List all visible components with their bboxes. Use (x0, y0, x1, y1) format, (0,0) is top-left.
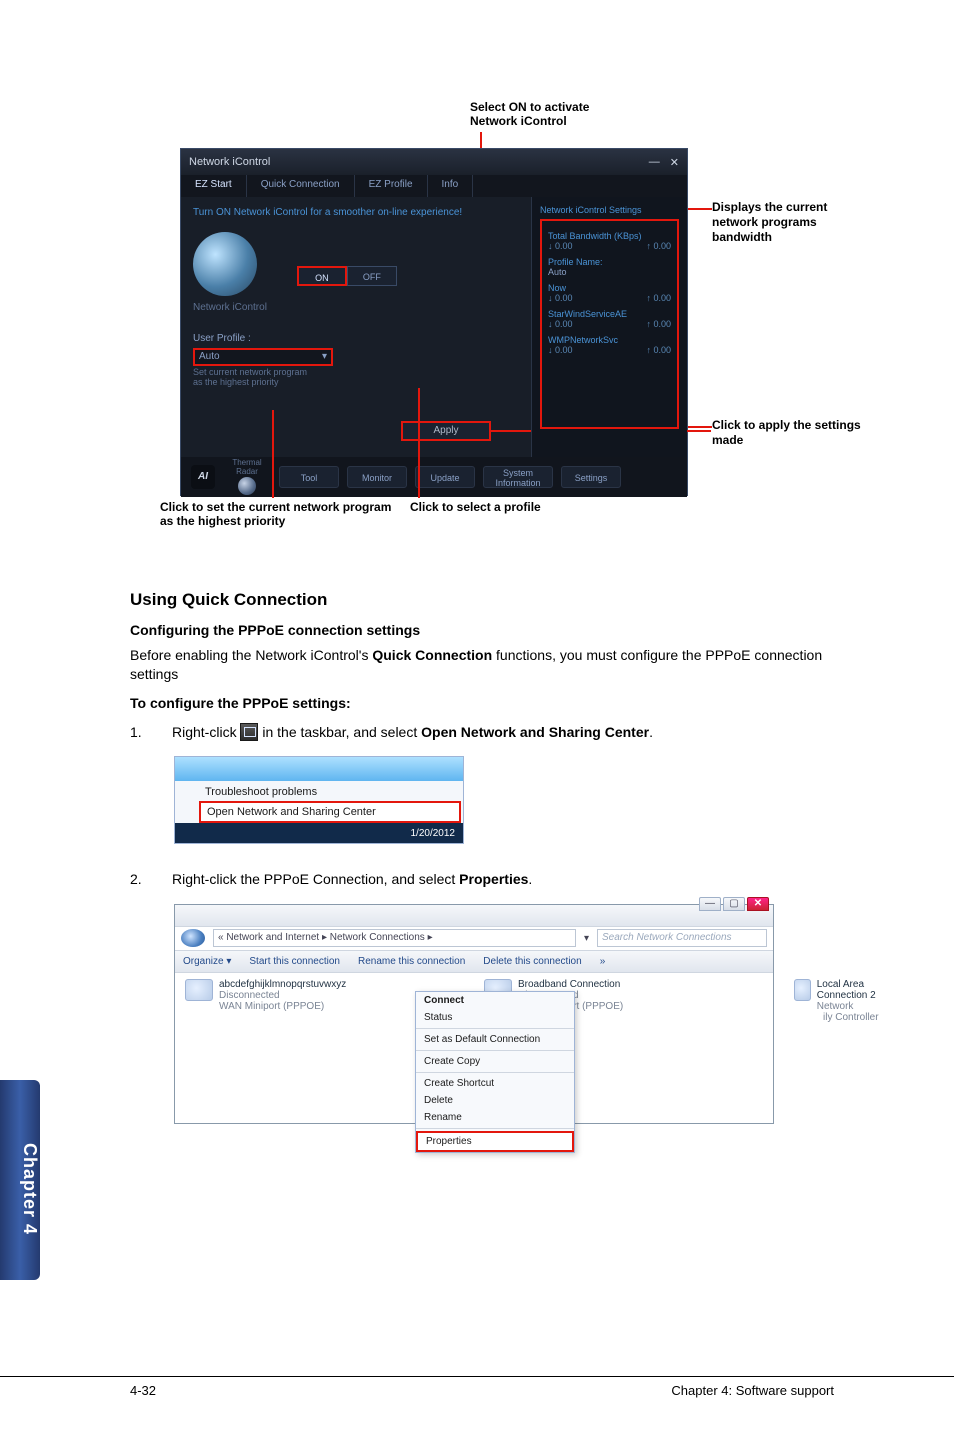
monitor-button[interactable]: Monitor (347, 466, 407, 488)
page-footer: 4-32 Chapter 4: Software support (0, 1376, 954, 1398)
ctx-status[interactable]: Status (416, 1009, 574, 1026)
search-input[interactable]: Search Network Connections (597, 929, 767, 947)
callout-select-profile: Click to select a profile (410, 500, 541, 514)
tab-quick-connection[interactable]: Quick Connection (247, 175, 355, 197)
tab-ez-profile[interactable]: EZ Profile (355, 175, 428, 197)
ctx-delete[interactable]: Delete (416, 1092, 574, 1109)
tab-info[interactable]: Info (428, 175, 474, 197)
globe-label: Network iControl (193, 302, 267, 313)
user-profile-label: User Profile : (193, 333, 519, 344)
tool-rename[interactable]: Rename this connection (358, 956, 465, 967)
heading-quick-connection: Using Quick Connection (130, 590, 834, 610)
update-button[interactable]: Update (415, 466, 475, 488)
callout-apply: Click to apply the settings made (712, 418, 862, 448)
step-2: 2. Right-click the PPPoE Connection, and… (130, 870, 834, 890)
window-title: Network iControl (189, 156, 270, 168)
connection-icon (794, 979, 811, 1001)
tool-start[interactable]: Start this connection (249, 956, 340, 967)
settings-panel: Total Bandwidth (KBps) ↓ 0.00↑ 0.00 Prof… (540, 219, 679, 429)
callout-priority: Click to set the current network program… (160, 500, 400, 528)
connection-icon (185, 979, 213, 1001)
profile-hint: Set current network program as the highe… (193, 368, 519, 388)
tool-delete[interactable]: Delete this connection (483, 956, 581, 967)
explorer-figure: — ▢ ✕ « Network and Internet ▸ Network C… (174, 904, 774, 1124)
tray-menu-troubleshoot[interactable]: Troubleshoot problems (199, 783, 461, 801)
tray-menu-figure: Troubleshoot problems Open Network and S… (174, 756, 464, 844)
network-tray-icon (240, 723, 258, 741)
radar-icon (238, 477, 256, 495)
nav-back-icon[interactable] (181, 929, 205, 947)
tool-button[interactable]: Tool (279, 466, 339, 488)
step-1: 1. Right-click in the taskbar, and selec… (130, 723, 834, 743)
window-min-icon[interactable]: — (699, 897, 721, 911)
connection-item-3[interactable]: Local Area Connection 2 Network ily Cont… (794, 979, 879, 1023)
bottom-bar: AI Thermal Radar Tool Monitor Update Sys… (181, 457, 687, 497)
tool-more[interactable]: » (600, 956, 606, 967)
network-icontrol-figure: Select ON to activate Network iControl N… (160, 100, 880, 550)
tray-clock: 1/20/2012 (411, 828, 456, 839)
heading-pppoe: Configuring the PPPoE connection setting… (130, 622, 834, 638)
network-icontrol-window: Network iControl — ✕ EZ Start Quick Conn… (180, 148, 688, 496)
callout-bandwidth: Displays the current network programs ba… (712, 200, 852, 245)
system-info-button[interactable]: System Information (483, 466, 553, 488)
paragraph-to-configure: To configure the PPPoE settings: (130, 694, 834, 713)
window-max-icon[interactable]: ▢ (723, 897, 745, 911)
thermal-radar-button[interactable]: Thermal Radar (223, 459, 271, 496)
off-button[interactable]: OFF (347, 266, 397, 286)
settings-head: Network iControl Settings (540, 205, 679, 215)
globe-icon (193, 232, 257, 296)
ctx-default[interactable]: Set as Default Connection (416, 1031, 574, 1048)
promo-message: Turn ON Network iControl for a smoother … (193, 207, 519, 218)
paragraph-intro: Before enabling the Network iControl's Q… (130, 646, 834, 684)
apply-button[interactable]: Apply (401, 421, 491, 441)
brand-logo: AI (191, 465, 215, 489)
tab-ez-start[interactable]: EZ Start (181, 175, 247, 197)
minimize-icon[interactable]: — (649, 156, 660, 169)
user-profile-select[interactable]: Auto ▾ (193, 348, 333, 366)
tray-menu-open-center[interactable]: Open Network and Sharing Center (199, 801, 461, 823)
ctx-properties[interactable]: Properties (416, 1131, 574, 1152)
context-menu: Connect Status Set as Default Connection… (415, 991, 575, 1153)
page-number: 4-32 (130, 1383, 156, 1398)
settings-button[interactable]: Settings (561, 466, 621, 488)
explorer-toolbar: Organize ▾ Start this connection Rename … (175, 951, 773, 973)
ctx-rename[interactable]: Rename (416, 1109, 574, 1126)
main-tabs: EZ Start Quick Connection EZ Profile Inf… (181, 175, 687, 197)
callout-activate: Select ON to activate Network iControl (470, 100, 589, 129)
chapter-label: Chapter 4: Software support (671, 1383, 834, 1398)
on-button[interactable]: ON (297, 266, 347, 286)
window-close-icon[interactable]: ✕ (747, 897, 769, 911)
breadcrumb[interactable]: « Network and Internet ▸ Network Connect… (213, 929, 576, 947)
close-icon[interactable]: ✕ (670, 156, 679, 169)
on-off-toggle: ON OFF (297, 266, 397, 286)
chapter-tab: Chapter 4 (0, 1080, 40, 1280)
ctx-copy[interactable]: Create Copy (416, 1053, 574, 1070)
organize-menu[interactable]: Organize ▾ (183, 956, 231, 967)
ctx-shortcut[interactable]: Create Shortcut (416, 1075, 574, 1092)
chevron-down-icon: ▾ (322, 350, 327, 364)
ctx-connect[interactable]: Connect (416, 992, 574, 1009)
